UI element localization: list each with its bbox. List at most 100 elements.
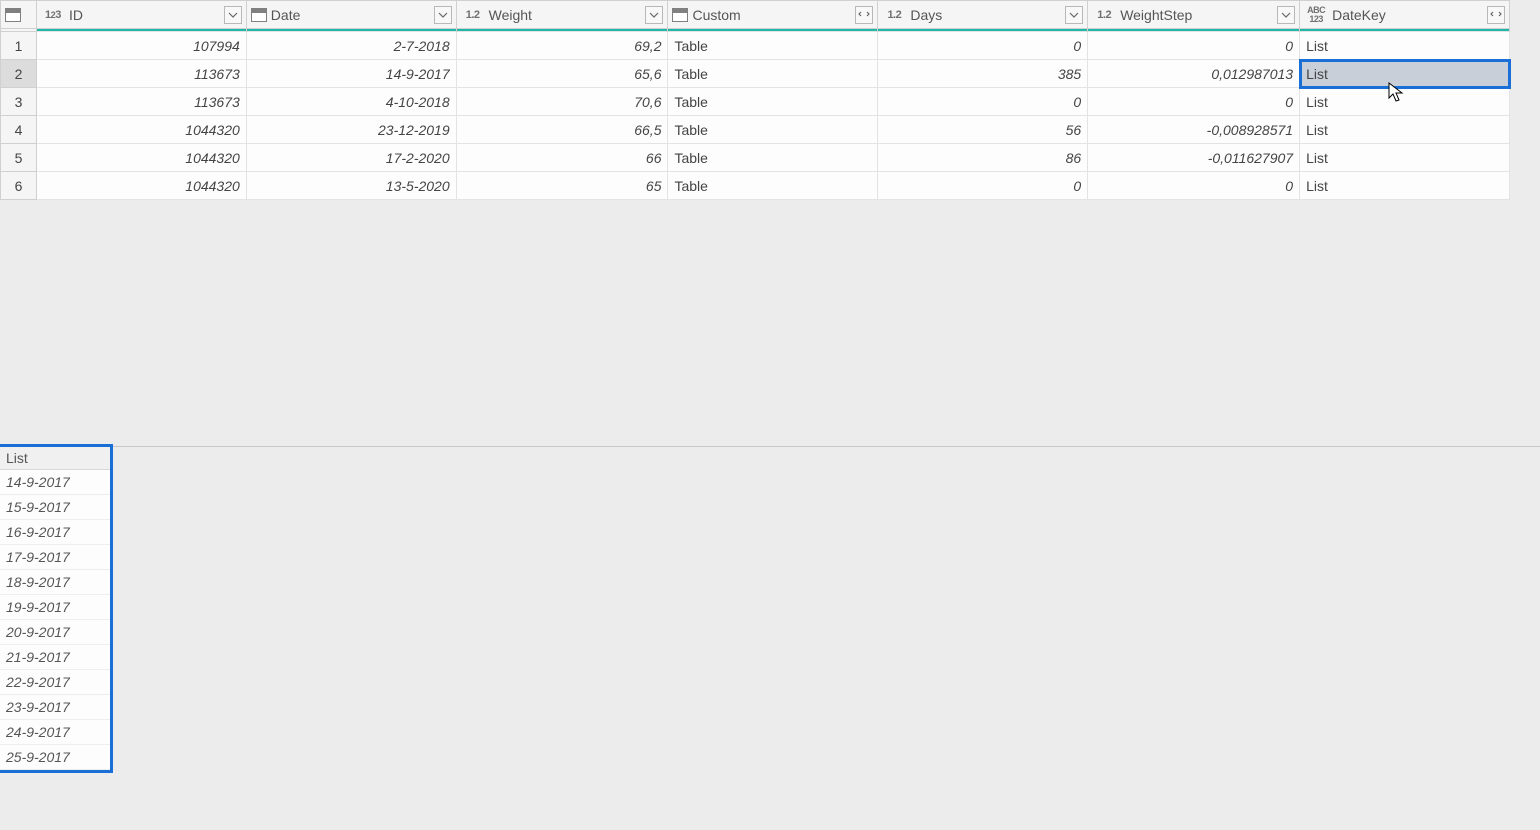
- preview-list[interactable]: List 14-9-201715-9-201716-9-201717-9-201…: [0, 447, 110, 770]
- cell-days[interactable]: 0: [878, 88, 1088, 116]
- preview-item[interactable]: 14-9-2017: [0, 470, 110, 495]
- cell-date[interactable]: 2-7-2018: [246, 32, 456, 60]
- cell-weightstep[interactable]: -0,011627907: [1088, 144, 1300, 172]
- table-icon: [5, 8, 21, 22]
- preview-item[interactable]: 15-9-2017: [0, 495, 110, 520]
- filter-dropdown-icon[interactable]: [645, 6, 663, 24]
- cell-datekey[interactable]: List: [1300, 172, 1510, 200]
- cell-id[interactable]: 113673: [36, 60, 246, 88]
- column-label: Weight: [489, 7, 642, 23]
- header-row: 123 ID Date 1.2: [1, 1, 1510, 29]
- column-label: Date: [271, 7, 430, 23]
- preview-item[interactable]: 21-9-2017: [0, 645, 110, 670]
- cell-custom[interactable]: Table: [668, 32, 878, 60]
- table-type-icon: [672, 8, 688, 22]
- column-header-id[interactable]: 123 ID: [36, 1, 246, 29]
- cell-custom[interactable]: Table: [668, 88, 878, 116]
- cell-datekey[interactable]: List: [1300, 32, 1510, 60]
- cell-custom[interactable]: Table: [668, 116, 878, 144]
- table-row[interactable]: 6104432013-5-202065Table00List: [1, 172, 1510, 200]
- cell-id[interactable]: 1044320: [36, 116, 246, 144]
- decimal-type-icon: 1.2: [1092, 5, 1116, 25]
- cell-id[interactable]: 1044320: [36, 172, 246, 200]
- row-number-cell[interactable]: 4: [1, 116, 37, 144]
- cell-custom[interactable]: Table: [668, 172, 878, 200]
- corner-header[interactable]: [1, 1, 37, 29]
- cell-days[interactable]: 86: [878, 144, 1088, 172]
- cell-days[interactable]: 56: [878, 116, 1088, 144]
- cell-weight[interactable]: 65,6: [456, 60, 668, 88]
- cell-weightstep[interactable]: -0,008928571: [1088, 116, 1300, 144]
- cell-id[interactable]: 1044320: [36, 144, 246, 172]
- table-row[interactable]: 31136734-10-201870,6Table00List: [1, 88, 1510, 116]
- cell-days[interactable]: 0: [878, 32, 1088, 60]
- decimal-type-icon: 1.2: [882, 5, 906, 25]
- cell-weightstep[interactable]: 0: [1088, 172, 1300, 200]
- column-header-date[interactable]: Date: [246, 1, 456, 29]
- column-header-days[interactable]: 1.2 Days: [878, 1, 1088, 29]
- row-number-cell[interactable]: 5: [1, 144, 37, 172]
- column-header-weight[interactable]: 1.2 Weight: [456, 1, 668, 29]
- cell-date[interactable]: 17-2-2020: [246, 144, 456, 172]
- table-row[interactable]: 211367314-9-201765,6Table3850,012987013L…: [1, 60, 1510, 88]
- filter-dropdown-icon[interactable]: [1065, 6, 1083, 24]
- cell-weight[interactable]: 70,6: [456, 88, 668, 116]
- cell-date[interactable]: 4-10-2018: [246, 88, 456, 116]
- row-number-cell[interactable]: 2: [1, 60, 37, 88]
- preview-item[interactable]: 16-9-2017: [0, 520, 110, 545]
- cell-custom[interactable]: Table: [668, 60, 878, 88]
- column-label: Custom: [692, 7, 851, 23]
- cell-weight[interactable]: 66: [456, 144, 668, 172]
- preview-item[interactable]: 20-9-2017: [0, 620, 110, 645]
- table-row[interactable]: 5104432017-2-202066Table86-0,011627907Li…: [1, 144, 1510, 172]
- column-header-weightstep[interactable]: 1.2 WeightStep: [1088, 1, 1300, 29]
- cell-weight[interactable]: 66,5: [456, 116, 668, 144]
- table-row[interactable]: 4104432023-12-201966,5Table56-0,00892857…: [1, 116, 1510, 144]
- calendar-type-icon: [251, 8, 267, 22]
- filter-dropdown-icon[interactable]: [224, 6, 242, 24]
- row-number-cell[interactable]: 3: [1, 88, 37, 116]
- table-row[interactable]: 11079942-7-201869,2Table00List: [1, 32, 1510, 60]
- cell-weight[interactable]: 65: [456, 172, 668, 200]
- preview-item[interactable]: 18-9-2017: [0, 570, 110, 595]
- filter-dropdown-icon[interactable]: [434, 6, 452, 24]
- column-header-datekey[interactable]: ABC123 DateKey: [1300, 1, 1510, 29]
- cell-id[interactable]: 113673: [36, 88, 246, 116]
- preview-header: List: [0, 447, 110, 470]
- preview-item[interactable]: 19-9-2017: [0, 595, 110, 620]
- preview-item[interactable]: 22-9-2017: [0, 670, 110, 695]
- cell-id[interactable]: 107994: [36, 32, 246, 60]
- column-label: DateKey: [1332, 7, 1483, 23]
- cell-datekey[interactable]: List: [1300, 116, 1510, 144]
- cell-weightstep[interactable]: 0: [1088, 32, 1300, 60]
- preview-item[interactable]: 25-9-2017: [0, 745, 110, 770]
- data-table[interactable]: 123 ID Date 1.2: [0, 0, 1510, 200]
- row-number-cell[interactable]: 1: [1, 32, 37, 60]
- column-label: Days: [910, 7, 1061, 23]
- column-header-custom[interactable]: Custom: [668, 1, 878, 29]
- cell-days[interactable]: 385: [878, 60, 1088, 88]
- int-type-icon: 123: [41, 5, 65, 25]
- preview-item[interactable]: 23-9-2017: [0, 695, 110, 720]
- cell-datekey[interactable]: List: [1300, 60, 1510, 88]
- cell-weightstep[interactable]: 0: [1088, 88, 1300, 116]
- cell-custom[interactable]: Table: [668, 144, 878, 172]
- cell-datekey[interactable]: List: [1300, 88, 1510, 116]
- expand-icon[interactable]: [1487, 6, 1505, 24]
- preview-pane: List 14-9-201715-9-201716-9-201717-9-201…: [0, 446, 1540, 770]
- column-label: ID: [69, 7, 220, 23]
- row-number-cell[interactable]: 6: [1, 172, 37, 200]
- any-type-icon: ABC123: [1304, 5, 1328, 25]
- cell-date[interactable]: 13-5-2020: [246, 172, 456, 200]
- filter-dropdown-icon[interactable]: [1277, 6, 1295, 24]
- cell-date[interactable]: 23-12-2019: [246, 116, 456, 144]
- expand-icon[interactable]: [855, 6, 873, 24]
- decimal-type-icon: 1.2: [461, 5, 485, 25]
- cell-date[interactable]: 14-9-2017: [246, 60, 456, 88]
- cell-weight[interactable]: 69,2: [456, 32, 668, 60]
- preview-item[interactable]: 17-9-2017: [0, 545, 110, 570]
- cell-datekey[interactable]: List: [1300, 144, 1510, 172]
- cell-weightstep[interactable]: 0,012987013: [1088, 60, 1300, 88]
- preview-item[interactable]: 24-9-2017: [0, 720, 110, 745]
- cell-days[interactable]: 0: [878, 172, 1088, 200]
